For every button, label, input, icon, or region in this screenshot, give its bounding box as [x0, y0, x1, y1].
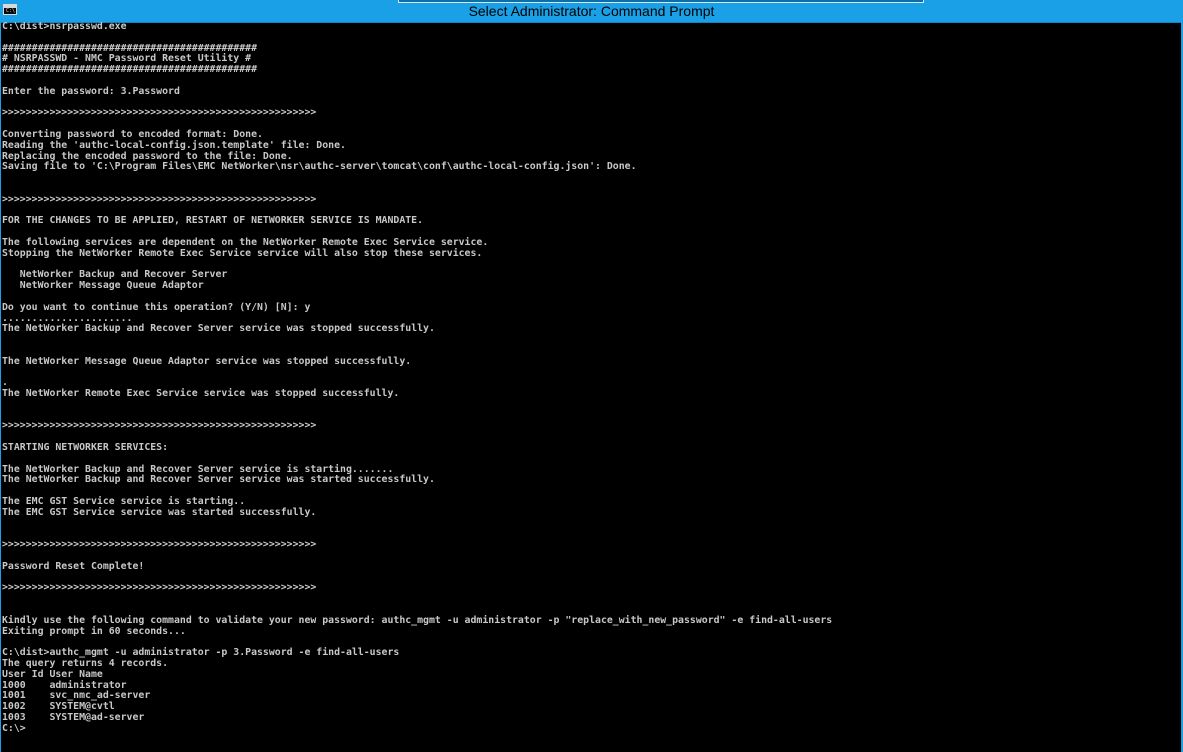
console-line: 1002 SYSTEM@cvtl: [2, 701, 115, 713]
console-line: Saving file to 'C:\Program Files\EMC Net…: [2, 161, 637, 173]
console-line: The NetWorker Backup and Recover Server …: [2, 323, 435, 335]
console-line: The NetWorker Message Queue Adaptor serv…: [2, 355, 412, 367]
console-line: Do you want to continue this operation? …: [2, 301, 311, 313]
console-line: C:\dist>nsrpasswd.exe: [2, 22, 127, 32]
console-line: C:\dist>authc_mgmt -u administrator -p 3…: [2, 647, 400, 659]
title-bar[interactable]: C:\ Select Administrator: Command Prompt: [0, 0, 1183, 23]
console-line: The query returns 4 records.: [2, 658, 169, 670]
console-line: >>>>>>>>>>>>>>>>>>>>>>>>>>>>>>>>>>>>>>>>…: [2, 539, 317, 551]
window-title: Select Administrator: Command Prompt: [468, 3, 715, 19]
console-line: The NetWorker Remote Exec Service servic…: [2, 388, 400, 400]
command-prompt-window: C:\ Select Administrator: Command Prompt…: [0, 0, 1183, 752]
console-line: Reading the 'authc-local-config.json.tem…: [2, 139, 346, 151]
console-line: 1003 SYSTEM@ad-server: [2, 712, 145, 723]
console-line: 1000 administrator: [2, 679, 127, 691]
window-left-border: [0, 22, 1, 752]
console-line: 1001 svc_nmc_ad-server: [2, 690, 151, 702]
console-line: Password Reset Complete!: [2, 560, 145, 572]
console-line: NetWorker Message Queue Adaptor: [2, 280, 204, 292]
console-line: The NetWorker Backup and Recover Server …: [2, 474, 435, 486]
console-line: User Id User Name: [2, 668, 103, 680]
console-line: ########################################…: [2, 64, 258, 76]
console-line: Exiting prompt in 60 seconds...: [2, 625, 186, 637]
console-line: C:\>: [2, 722, 26, 734]
console-line: Stopping the NetWorker Remote Exec Servi…: [2, 247, 483, 259]
console-line: Enter the password: 3.Password: [2, 85, 180, 97]
console-line: Kindly use the following command to vali…: [2, 614, 833, 626]
console-line: >>>>>>>>>>>>>>>>>>>>>>>>>>>>>>>>>>>>>>>>…: [2, 107, 317, 119]
console-line: FOR THE CHANGES TO BE APPLIED, RESTART O…: [2, 215, 424, 227]
console-line: STARTING NETWORKER SERVICES:: [2, 442, 169, 454]
console-line: The EMC GST Service service was started …: [2, 506, 317, 518]
console-line: >>>>>>>>>>>>>>>>>>>>>>>>>>>>>>>>>>>>>>>>…: [2, 420, 317, 432]
console-line: >>>>>>>>>>>>>>>>>>>>>>>>>>>>>>>>>>>>>>>>…: [2, 582, 317, 594]
console-output[interactable]: C:\dist>nsrpasswd.exe ###################…: [2, 22, 1162, 752]
console-line: >>>>>>>>>>>>>>>>>>>>>>>>>>>>>>>>>>>>>>>>…: [2, 193, 317, 205]
